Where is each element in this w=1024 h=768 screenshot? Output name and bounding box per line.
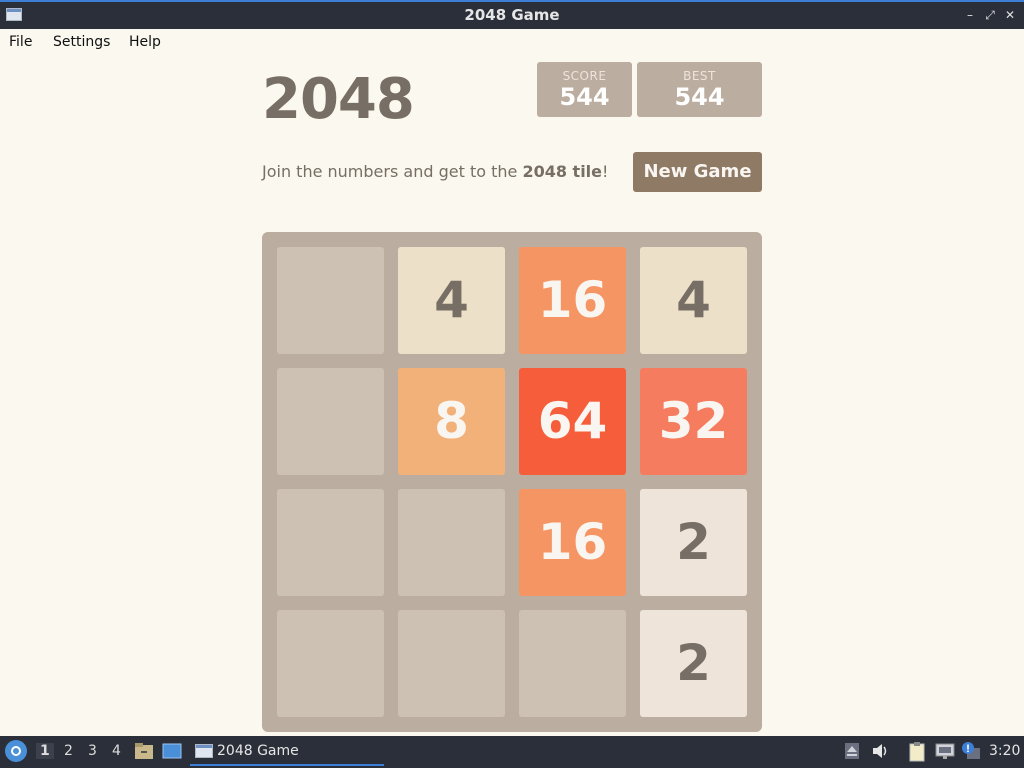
game-title: 2048 [262, 67, 415, 132]
clock: 3:20 [989, 743, 1021, 759]
score-label: SCORE [562, 69, 607, 83]
board-cell [398, 610, 505, 717]
score-value: 544 [559, 83, 610, 111]
score-box: SCORE 544 [537, 62, 632, 117]
taskbar-task-2048[interactable]: 2048 Game [190, 738, 384, 766]
tile-16: 16 [519, 489, 626, 596]
workspace-2[interactable]: 2 [64, 743, 73, 759]
menu-help[interactable]: Help [129, 34, 161, 50]
intro-prefix: Join the numbers and get to the [262, 162, 523, 181]
app-window-icon [195, 744, 213, 758]
volume-icon[interactable] [871, 742, 889, 760]
board-cell [277, 489, 384, 596]
eject-icon[interactable] [843, 742, 861, 760]
window-title: 2048 Game [464, 6, 560, 24]
tile-4: 4 [640, 247, 747, 354]
intro-suffix: ! [602, 162, 609, 181]
menu-settings[interactable]: Settings [53, 34, 110, 50]
game-board[interactable]: 4 16 4 8 64 32 16 2 2 [262, 232, 762, 732]
board-cell [277, 610, 384, 717]
best-value: 544 [674, 83, 725, 111]
best-label: BEST [683, 69, 716, 83]
workspace-3[interactable]: 3 [88, 743, 97, 759]
close-icon[interactable]: ✕ [1002, 6, 1018, 24]
new-game-button[interactable]: New Game [633, 152, 762, 192]
tile-16: 16 [519, 247, 626, 354]
menu-bar: File Settings Help [0, 29, 1024, 57]
minimize-icon[interactable]: – [962, 6, 978, 24]
tile-2: 2 [640, 610, 747, 717]
best-box: BEST 544 [637, 62, 762, 117]
window-titlebar: 2048 Game – ⤢ ✕ [0, 0, 1024, 29]
board-cell [277, 247, 384, 354]
board-cell [519, 610, 626, 717]
tile-8: 8 [398, 368, 505, 475]
desktop-icon[interactable] [162, 742, 182, 760]
clipboard-icon[interactable] [908, 742, 926, 762]
board-cell [398, 489, 505, 596]
intro-text: Join the numbers and get to the 2048 til… [262, 162, 608, 181]
workspace-1[interactable]: 1 [36, 743, 54, 759]
tile-2: 2 [640, 489, 747, 596]
maximize-icon[interactable]: ⤢ [982, 6, 998, 24]
tile-4: 4 [398, 247, 505, 354]
network-icon[interactable] [935, 742, 955, 760]
workspace-4[interactable]: 4 [112, 743, 121, 759]
board-cell [277, 368, 384, 475]
tile-32: 32 [640, 368, 747, 475]
taskbar: 1 2 3 4 2048 Game 3:20 [0, 736, 1024, 768]
start-menu-icon[interactable] [5, 740, 27, 762]
menu-file[interactable]: File [9, 34, 32, 50]
notification-icon[interactable] [961, 742, 980, 760]
task-label: 2048 Game [217, 743, 299, 759]
tile-64: 64 [519, 368, 626, 475]
intro-goal: 2048 tile [522, 162, 603, 181]
file-manager-icon[interactable] [134, 742, 154, 760]
